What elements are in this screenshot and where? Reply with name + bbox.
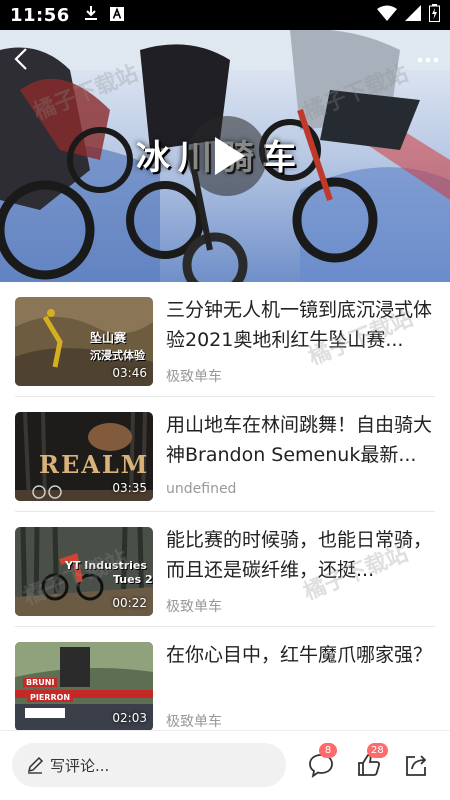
comment-button[interactable]: 8 [307,743,337,779]
bottom-action-bar: 写评论... 8 28 [0,730,450,800]
thumb-caption: PIERRON [27,693,74,702]
list-item[interactable]: 坠山赛 沉浸式体验 03:46 三分钟无人机一镜到底沉浸式体验2021奥地利红牛… [15,282,435,397]
video-duration: 03:35 [112,481,147,495]
video-duration: 03:46 [112,366,147,380]
back-icon[interactable] [8,44,38,74]
comment-count-badge: 8 [319,743,337,758]
battery-icon [429,4,440,26]
thumb-caption: BRUNI [23,678,58,687]
wifi-icon [377,5,397,25]
item-title[interactable]: 用山地车在林间跳舞！自由骑大神Brandon Semenuk最新... [166,410,432,470]
thumb-caption: YT Industries [65,559,147,572]
like-button[interactable]: 28 [355,743,388,779]
comment-placeholder: 写评论... [50,756,110,775]
video-thumbnail[interactable]: 坠山赛 沉浸式体验 03:46 [15,297,153,386]
thumb-caption: REALM [39,450,150,479]
item-title[interactable]: 在你心目中，红牛魔爪哪家强？ [166,640,432,670]
video-duration: 00:22 [112,596,147,610]
share-button[interactable] [402,751,430,779]
status-bar: 11:56 [0,0,450,30]
item-source: 极致单车 [166,599,222,615]
item-source: undefined [166,481,237,497]
list-item[interactable]: YT Industries Tues 25 00:22 能比赛的时候骑，也能日常… [15,512,435,627]
list-item[interactable]: REALM 03:35 用山地车在林间跳舞！自由骑大神Brandon Semen… [15,397,435,512]
cellular-icon [405,5,421,25]
a-box-icon [109,6,124,25]
pencil-icon [27,756,44,774]
video-thumbnail[interactable]: REALM 03:35 [15,412,153,501]
item-source: 极致单车 [166,369,222,385]
related-video-list: 坠山赛 沉浸式体验 03:46 三分钟无人机一镜到底沉浸式体验2021奥地利红牛… [0,282,450,730]
item-title[interactable]: 三分钟无人机一镜到底沉浸式体验2021奥地利红牛坠山赛... [166,295,432,355]
play-icon [215,137,245,175]
video-duration: 02:03 [112,711,147,725]
item-source: 极致单车 [166,714,222,730]
download-icon [84,5,98,25]
thumb-caption: 沉浸式体验 [90,349,145,362]
play-button[interactable] [187,116,267,196]
status-time: 11:56 [10,4,70,26]
comment-input[interactable]: 写评论... [12,743,286,787]
thumb-caption: Tues 25 [113,573,153,586]
thumb-caption: 坠山赛 [90,331,127,345]
video-player[interactable]: 冰川骑车 [0,30,450,282]
video-thumbnail[interactable]: YT Industries Tues 25 00:22 [15,527,153,616]
video-thumbnail[interactable]: BRUNI PIERRON 02:03 [15,642,153,730]
list-item[interactable]: BRUNI PIERRON 02:03 在你心目中，红牛魔爪哪家强？ 极致单车 [15,627,435,730]
more-icon[interactable] [416,50,440,70]
share-icon [406,755,427,776]
like-count-badge: 28 [367,743,388,758]
item-title[interactable]: 能比赛的时候骑，也能日常骑，而且还是碳纤维，还挺... [166,525,432,585]
